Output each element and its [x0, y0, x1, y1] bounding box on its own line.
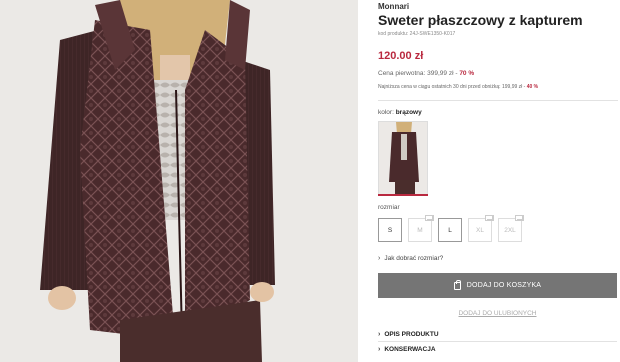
chevron-right-icon: › — [378, 255, 381, 262]
lowest-price-percent: 40 % — [526, 84, 539, 90]
product-details-panel: Monnari Sweter płaszczowy z kapturem kod… — [378, 0, 620, 362]
accordion-label: KONSERWACJA — [384, 346, 436, 353]
add-to-favorites-link[interactable]: DODAJ DO ULUBIONYCH — [378, 310, 617, 317]
notify-mail-icon[interactable] — [485, 215, 494, 221]
accordion-product-description[interactable]: › OPIS PRODUKTU — [378, 331, 617, 338]
lowest-price-label: Najniższa cena w ciągu ostatnich 30 dni … — [378, 84, 527, 90]
add-to-cart-button[interactable]: DODAJ DO KOSZYKA — [378, 273, 617, 298]
size-label: rozmiar — [378, 204, 400, 211]
size-option-xl[interactable]: XL — [468, 215, 494, 242]
accordion-care[interactable]: › KONSERWACJA — [378, 346, 617, 353]
product-image[interactable] — [0, 0, 358, 362]
size-option-label: M — [417, 226, 423, 234]
accordion-label: OPIS PRODUKTU — [384, 331, 439, 338]
shopping-bag-icon — [453, 279, 461, 290]
size-option-m[interactable]: M — [408, 215, 434, 242]
color-label: kolor: brązowy — [378, 109, 422, 116]
size-option-label: XL — [476, 226, 484, 234]
chevron-right-icon: › — [378, 346, 381, 353]
color-value: brązowy — [395, 109, 422, 116]
swatch-selected-indicator — [378, 194, 428, 196]
size-option-label: S — [387, 226, 393, 234]
size-selector: S M L XL 2XL — [378, 215, 524, 242]
size-guide-label: Jak dobrać rozmiar? — [384, 255, 444, 262]
product-photo-illustration — [0, 0, 358, 362]
divider — [378, 341, 617, 342]
color-label-prefix: kolor: — [378, 109, 396, 116]
color-swatch-brown[interactable] — [378, 121, 428, 195]
previous-price-percent: 70 % — [459, 70, 475, 77]
product-code: kod produktu: 24J-SWE1350-K017 — [378, 31, 456, 37]
chevron-right-icon: › — [378, 331, 381, 338]
size-guide-link[interactable]: › Jak dobrać rozmiar? — [378, 255, 443, 262]
current-price: 120.00 zł — [378, 50, 424, 62]
lowest-price-info: Najniższa cena w ciągu ostatnich 30 dni … — [378, 84, 538, 90]
add-to-cart-label: DODAJ DO KOSZYKA — [466, 282, 542, 289]
size-option-label: L — [448, 226, 452, 234]
brand-name[interactable]: Monnari — [378, 2, 409, 11]
divider — [378, 100, 618, 101]
swatch-thumbnail — [379, 122, 427, 194]
size-option-s[interactable]: S — [378, 218, 402, 242]
notify-mail-icon[interactable] — [515, 215, 524, 221]
size-option-label: 2XL — [504, 226, 516, 234]
previous-price: Cena pierwotna: 399,99 zł - 70 % — [378, 70, 474, 77]
notify-mail-icon[interactable] — [425, 215, 434, 221]
previous-price-label: Cena pierwotna: 399,99 zł - — [378, 70, 460, 77]
size-option-2xl[interactable]: 2XL — [498, 215, 524, 242]
size-option-l[interactable]: L — [438, 218, 462, 242]
product-title: Sweter płaszczowy z kapturem — [378, 12, 583, 28]
